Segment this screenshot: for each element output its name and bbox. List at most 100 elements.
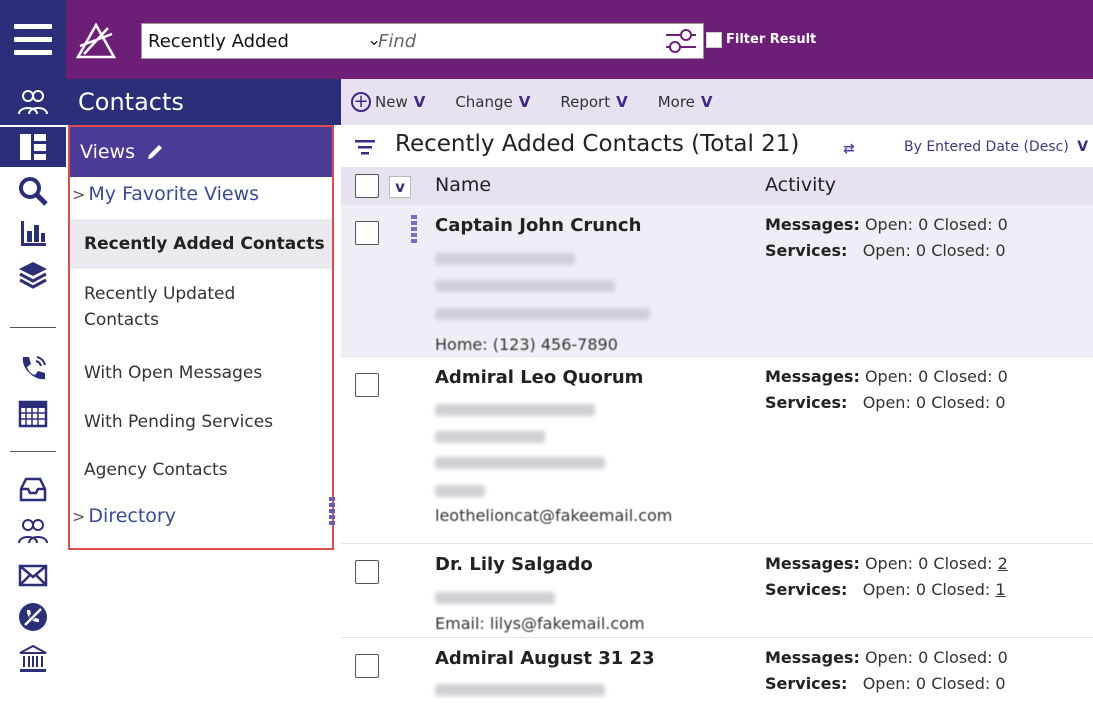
view-item-label: Agency Contacts — [84, 460, 228, 480]
rail-people-button[interactable] — [0, 511, 66, 551]
contact-email: leothelioncat@fakeemail.com — [435, 506, 673, 525]
group-directory[interactable]: > Directory — [72, 505, 176, 527]
view-item-open-messages[interactable]: With Open Messages — [84, 360, 262, 386]
messages-label: Messages: — [765, 215, 860, 234]
services-closed: 0 — [995, 674, 1006, 693]
rail-divider — [10, 327, 56, 328]
rail-reports-button[interactable] — [0, 213, 66, 253]
contact-email: Email: lilys@fakemail.com — [435, 614, 645, 633]
sort-order-label: By Entered Date (Desc) — [904, 139, 1069, 155]
view-item-agency-contacts[interactable]: Agency Contacts — [84, 457, 227, 483]
row-checkbox[interactable] — [355, 373, 379, 397]
row-checkbox[interactable] — [355, 654, 379, 678]
redacted-address — [435, 684, 605, 696]
layers-icon — [19, 262, 47, 289]
rail-contacts-button[interactable] — [0, 79, 66, 125]
report-button[interactable]: Report V — [560, 93, 627, 111]
services-label: Services: — [765, 674, 848, 693]
rail-no-call-button[interactable] — [0, 597, 66, 637]
sort-order-dropdown[interactable]: By Entered Date (Desc) V — [904, 139, 1088, 155]
hamburger-line — [14, 37, 52, 42]
services-closed-link[interactable]: 1 — [995, 580, 1005, 599]
contact-name[interactable]: Captain John Crunch — [435, 215, 641, 236]
messages-closed-prefix: Closed: — [933, 215, 993, 234]
messages-open: Open: 0 — [864, 554, 929, 573]
messages-closed-link[interactable]: 2 — [998, 554, 1008, 573]
group-my-favorite-views[interactable]: > My Favorite Views — [72, 183, 259, 205]
views-panel: Views > My Favorite Views Recently Added … — [68, 125, 335, 550]
services-closed-prefix: Closed: — [931, 674, 991, 693]
more-button[interactable]: More V — [658, 93, 713, 111]
refresh-icon[interactable]: ⇄ — [843, 141, 855, 157]
activity-services: Services: Open: 0 Closed: 0 — [765, 674, 1006, 693]
redacted-address — [435, 457, 605, 469]
messages-closed: 0 — [997, 648, 1008, 667]
row-checkbox[interactable] — [355, 560, 379, 584]
app-logo-icon[interactable] — [74, 22, 118, 62]
search-input[interactable] — [378, 27, 658, 55]
messages-open: Open: 0 — [864, 648, 929, 667]
chevron-right-icon: > — [72, 185, 86, 204]
chevron-down-icon: V — [1077, 139, 1089, 155]
row-drag-handle[interactable] — [411, 215, 417, 243]
main-content: + New V Change V Report V More V Recentl… — [341, 79, 1093, 703]
column-header-activity[interactable]: Activity — [765, 174, 836, 196]
column-header-name[interactable]: Name — [435, 174, 491, 196]
messages-label: Messages: — [765, 554, 860, 573]
change-button[interactable]: Change V — [455, 93, 530, 111]
view-item-recently-updated[interactable]: Recently Updated Contacts — [84, 281, 294, 333]
new-button[interactable]: + New V — [351, 92, 425, 112]
redacted-address — [435, 253, 575, 265]
rail-agency-button[interactable] — [0, 639, 66, 679]
activity-services: Services: Open: 0 Closed: 1 — [765, 580, 1006, 599]
blocked-phone-icon — [19, 603, 47, 631]
filter-result-checkbox[interactable] — [706, 32, 722, 48]
hamburger-line — [14, 24, 52, 29]
select-all-checkbox[interactable] — [355, 174, 379, 198]
table-row[interactable]: Dr. Lily Salgado Email: lilys@fakemail.c… — [341, 544, 1093, 638]
contact-name[interactable]: Admiral Leo Quorum — [435, 367, 643, 388]
rail-layers-button[interactable] — [0, 255, 66, 295]
pencil-icon[interactable] — [145, 142, 165, 162]
messages-label: Messages: — [765, 648, 860, 667]
select-menu-chevron-down-icon[interactable]: v — [389, 176, 411, 198]
sort-lines-icon[interactable] — [355, 139, 375, 155]
search-icon — [19, 177, 48, 206]
contact-list: Captain John Crunch Home: (123) 456-7890… — [341, 205, 1093, 703]
rail-calls-button[interactable] — [0, 349, 66, 389]
table-row[interactable]: Captain John Crunch Home: (123) 456-7890… — [341, 205, 1093, 357]
view-item-pending-services[interactable]: With Pending Services — [84, 409, 273, 435]
activity-messages: Messages: Open: 0 Closed: 0 — [765, 215, 1008, 234]
services-open: Open: 0 — [862, 393, 927, 412]
redacted-email-label — [435, 485, 485, 497]
view-item-recently-added[interactable]: Recently Added Contacts — [70, 219, 332, 269]
contact-name[interactable]: Dr. Lily Salgado — [435, 554, 593, 575]
chevron-down-icon: V — [518, 93, 531, 111]
services-label: Services: — [765, 241, 848, 260]
table-row[interactable]: Admiral Leo Quorum leothelioncat@fakeema… — [341, 357, 1093, 544]
rail-inbox-button[interactable] — [0, 469, 66, 509]
pane-resize-handle[interactable] — [329, 497, 335, 525]
filter-settings-icon[interactable] — [664, 27, 698, 55]
contacts-title: Contacts — [78, 88, 184, 116]
phone-icon — [22, 356, 46, 380]
rail-mail-button[interactable] — [0, 555, 66, 595]
hamburger-menu-button[interactable] — [0, 0, 66, 79]
view-select[interactable]: Recently Added — [142, 24, 368, 58]
plus-circle-icon: + — [351, 92, 371, 112]
bar-chart-icon — [21, 221, 46, 246]
new-label: New — [375, 93, 408, 111]
messages-closed-prefix: Closed: — [933, 367, 993, 386]
services-open: Open: 0 — [862, 580, 927, 599]
toolbar: + New V Change V Report V More V — [341, 79, 1093, 125]
rail-views-button[interactable] — [0, 127, 66, 167]
contact-name[interactable]: Admiral August 31 23 — [435, 648, 655, 669]
calendar-icon — [18, 400, 48, 428]
row-checkbox[interactable] — [355, 221, 379, 245]
column-header: v Name Activity — [341, 167, 1093, 205]
rail-search-button[interactable] — [0, 171, 66, 211]
report-label: Report — [560, 93, 611, 111]
chevron-down-icon: V — [413, 93, 426, 111]
table-row[interactable]: Admiral August 31 23 Messages: Open: 0 C… — [341, 638, 1093, 703]
rail-calendar-button[interactable] — [0, 393, 66, 433]
